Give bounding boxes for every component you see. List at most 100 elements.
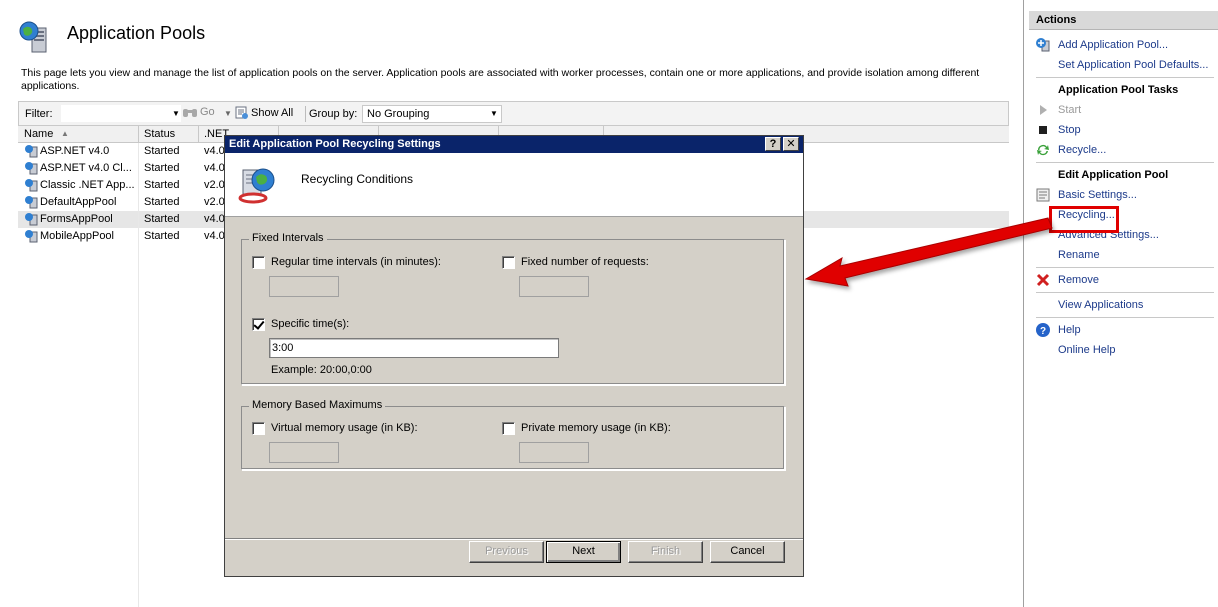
rename-link[interactable]: Rename (1058, 249, 1100, 261)
pool-tasks-heading: Application Pool Tasks (1058, 84, 1179, 96)
cancel-button[interactable]: Cancel (710, 541, 785, 563)
online-help-link[interactable]: Online Help (1058, 344, 1115, 356)
help-button[interactable]: ? (765, 137, 781, 151)
pool-name: MobileAppPool (40, 230, 114, 242)
fixed-requests-input[interactable] (519, 276, 589, 297)
app-pool-icon (25, 162, 38, 175)
recycle-globe-icon (238, 168, 275, 204)
pool-status: Started (144, 179, 180, 191)
help-link[interactable]: Help (1058, 324, 1081, 336)
private-memory-input[interactable] (519, 442, 589, 463)
show-all-button[interactable]: Show All (235, 106, 293, 120)
go-label: Go (200, 106, 215, 119)
recycling-settings-dialog: Edit Application Pool Recycling Settings… (224, 135, 804, 577)
pool-name: ASP.NET v4.0 (40, 145, 110, 157)
specific-times-example: Example: 20:00,0:00 (271, 364, 372, 376)
fixed-requests-checkbox[interactable] (502, 256, 515, 269)
column-divider (198, 126, 199, 142)
app-pool-icon (25, 196, 38, 209)
binoculars-icon (183, 109, 197, 118)
go-button[interactable]: Go (182, 106, 215, 118)
set-pool-defaults-link[interactable]: Set Application Pool Defaults... (1058, 59, 1208, 71)
fixed-requests-label: Fixed number of requests: (521, 256, 649, 268)
actions-title: Actions (1036, 14, 1077, 26)
app-pool-icon (25, 179, 38, 192)
go-dropdown-arrow[interactable]: ▼ (224, 106, 232, 122)
private-memory-checkbox[interactable] (502, 422, 515, 435)
recycle-icon (1037, 145, 1049, 156)
pool-status: Started (144, 230, 180, 242)
sort-ascending-icon: ▲ (61, 129, 69, 138)
divider (1036, 162, 1214, 163)
add-application-pool-link[interactable]: Add Application Pool... (1058, 39, 1168, 51)
virtual-memory-label: Virtual memory usage (in KB): (271, 422, 418, 434)
group-by-select[interactable]: No Grouping ▼ (362, 105, 502, 123)
memory-maximums-group: Memory Based Maximums Virtual memory usa… (241, 399, 785, 470)
app-pool-icon (25, 230, 38, 243)
private-memory-label: Private memory usage (in KB): (521, 422, 671, 434)
virtual-memory-checkbox[interactable] (252, 422, 265, 435)
pool-name: FormsAppPool (40, 213, 113, 225)
application-pools-icon (19, 21, 47, 53)
pool-net-version: v4.0 (204, 162, 225, 174)
annotation-arrow-icon (804, 217, 1053, 287)
actions-pane: Actions Add Application Pool... Set Appl… (1029, 11, 1218, 607)
column-header-name[interactable]: Name (24, 128, 53, 140)
filter-input[interactable] (61, 105, 181, 122)
recycle-link[interactable]: Recycle... (1058, 144, 1106, 156)
dialog-header-title: Recycling Conditions (301, 172, 414, 186)
specific-times-checkbox[interactable] (252, 318, 265, 331)
help-icon: ? (1036, 323, 1050, 337)
divider (1036, 77, 1214, 78)
pool-net-version: v4.0 (204, 230, 225, 242)
regular-intervals-checkbox[interactable] (252, 256, 265, 269)
fixed-intervals-group: Fixed Intervals Regular time intervals (… (241, 232, 785, 385)
toolbar-divider (305, 106, 306, 122)
divider (1036, 292, 1214, 293)
finish-button[interactable]: Finish (628, 541, 703, 563)
page-description: This page lets you view and manage the l… (21, 67, 980, 92)
virtual-memory-input[interactable] (269, 442, 339, 463)
remove-link[interactable]: Remove (1058, 274, 1099, 286)
specific-times-label: Specific time(s): (271, 318, 350, 330)
column-divider (138, 143, 139, 607)
group-by-label: Group by: (309, 108, 358, 120)
regular-intervals-label: Regular time intervals (in minutes): (271, 256, 441, 268)
view-applications-link[interactable]: View Applications (1058, 299, 1143, 311)
column-header-status[interactable]: Status (144, 128, 175, 140)
pool-net-version: v2.0 (204, 196, 225, 208)
column-divider (138, 126, 139, 142)
edit-pool-heading: Edit Application Pool (1058, 169, 1169, 181)
stop-link[interactable]: Stop (1058, 124, 1081, 136)
add-pool-icon (1036, 38, 1050, 52)
dialog-divider (225, 538, 803, 540)
previous-button[interactable]: Previous (469, 541, 544, 563)
divider (1036, 267, 1214, 268)
filter-label: Filter: (25, 108, 53, 120)
group-by-value: No Grouping (367, 108, 430, 120)
filter-dropdown-arrow[interactable]: ▼ (171, 105, 181, 122)
dialog-header: Recycling Conditions (225, 153, 803, 217)
specific-times-value: 3:00 (272, 342, 294, 354)
start-icon (1040, 105, 1047, 115)
pool-net-version: v4.0 (204, 213, 225, 225)
next-button[interactable]: Next (546, 541, 621, 563)
dialog-title-bar[interactable]: Edit Application Pool Recycling Settings… (225, 136, 803, 153)
pool-status: Started (144, 213, 180, 225)
app-pool-icon (25, 145, 38, 158)
start-link[interactable]: Start (1058, 104, 1081, 116)
app-pool-icon (25, 213, 38, 226)
show-all-label: Show All (251, 107, 294, 119)
page-title: Application Pools (67, 23, 206, 43)
svg-text:?: ? (1040, 326, 1046, 337)
regular-intervals-input[interactable] (269, 276, 339, 297)
close-button[interactable]: ✕ (783, 137, 799, 151)
specific-times-input[interactable]: 3:00 (269, 338, 559, 358)
pool-status: Started (144, 196, 180, 208)
fixed-intervals-title: Fixed Intervals (249, 232, 327, 244)
filter-toolbar: Filter: ▼ Go ▼ Show All Group by: No Gro… (18, 101, 1009, 126)
chevron-down-icon: ▼ (490, 109, 498, 118)
basic-settings-link[interactable]: Basic Settings... (1058, 189, 1137, 201)
actions-header: Actions (1029, 11, 1218, 30)
pool-net-version: v2.0 (204, 179, 225, 191)
